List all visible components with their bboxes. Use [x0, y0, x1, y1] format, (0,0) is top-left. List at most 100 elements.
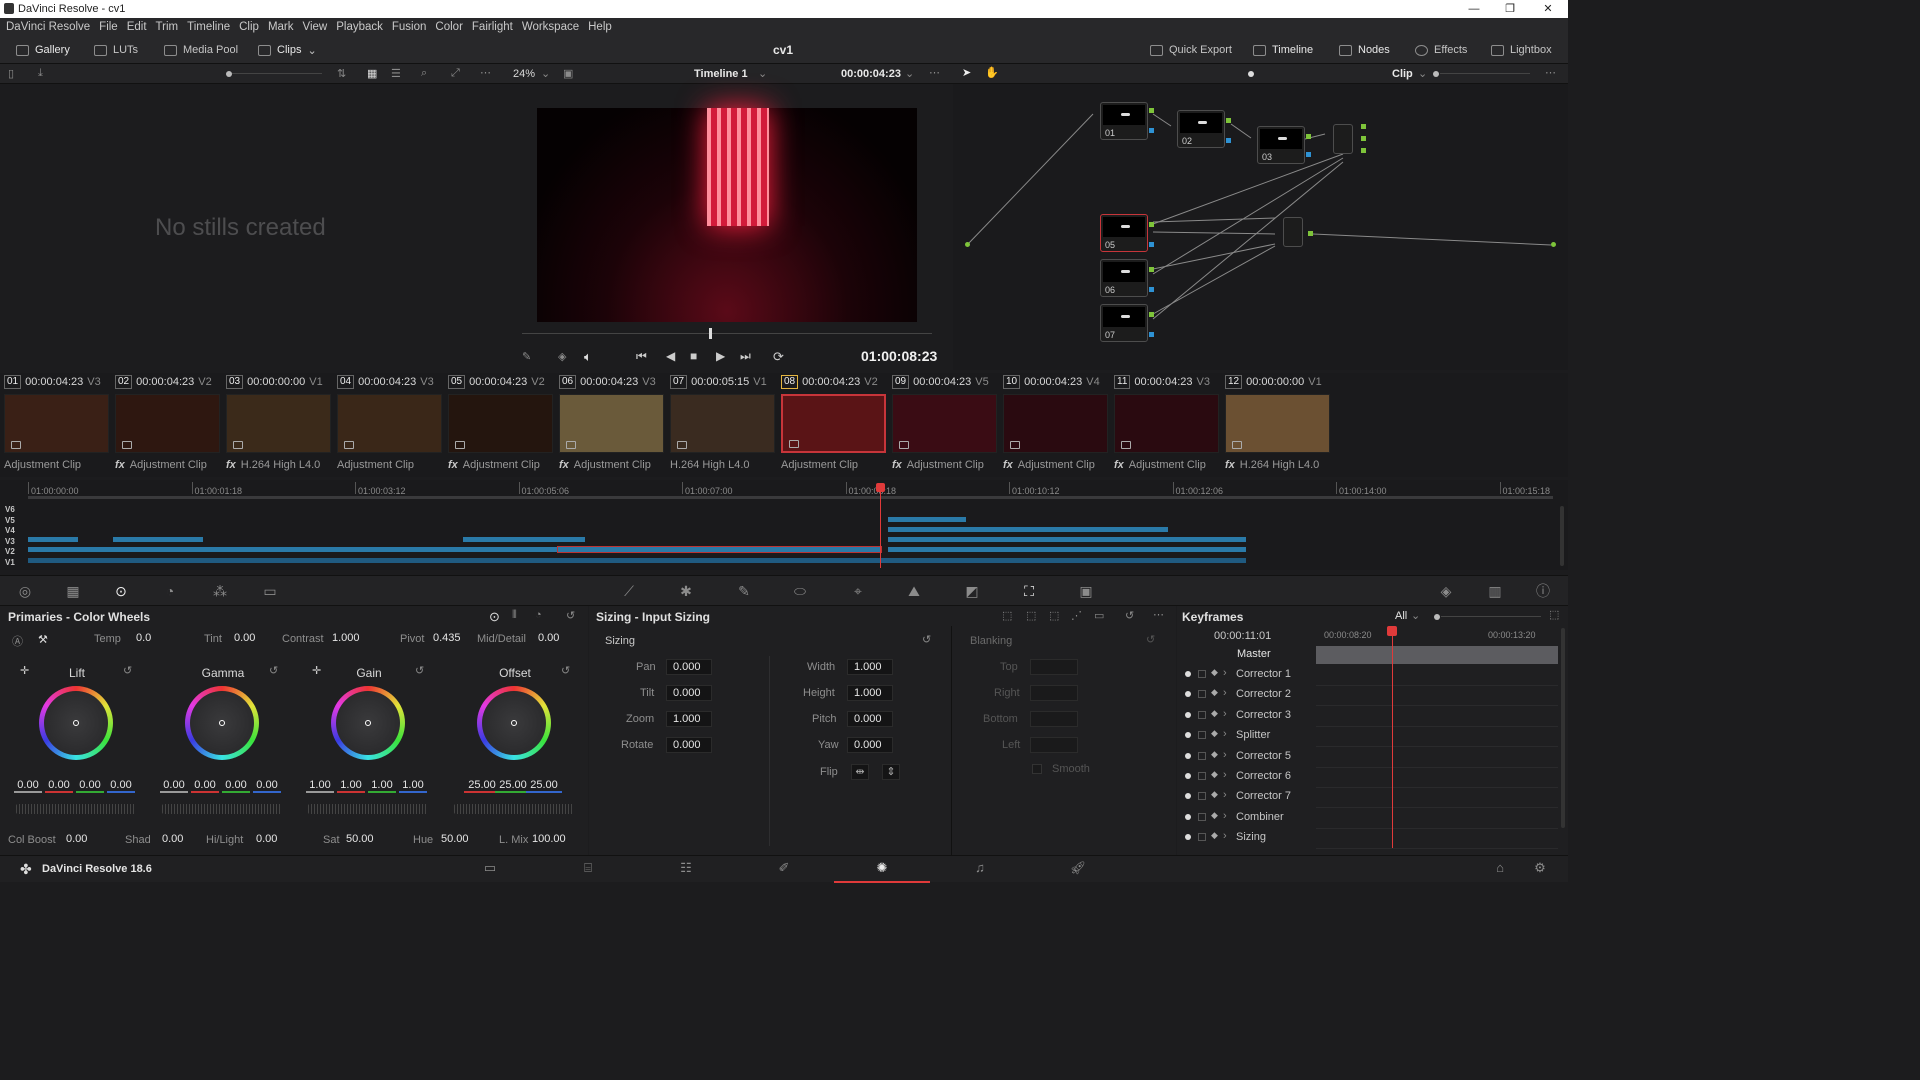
media-pool-button[interactable]: Media Pool: [164, 36, 238, 64]
more-options-icon[interactable]: ⋯: [480, 66, 491, 79]
yaw-field[interactable]: 0.000: [847, 737, 893, 753]
reset-icon[interactable]: ↺: [269, 664, 278, 677]
zoom-field[interactable]: 1.000: [666, 711, 712, 727]
chevron-right-icon[interactable]: ›: [1223, 769, 1227, 781]
viewer-scrubber-track[interactable]: [522, 333, 932, 334]
clip-cell[interactable]: 11 00:00:04:23 V3 fx Adjustment Clip: [1110, 373, 1221, 477]
timeline-clip[interactable]: [28, 547, 558, 552]
height-field[interactable]: 1.000: [847, 685, 893, 701]
wheels-mode-icon[interactable]: ⊙: [489, 609, 500, 625]
color-match-icon[interactable]: ▦: [64, 582, 82, 600]
menu-fusion[interactable]: Fusion: [392, 21, 427, 33]
clip-mode-select[interactable]: Clip: [1392, 68, 1413, 80]
clip-thumbnail[interactable]: [1114, 394, 1219, 453]
chevron-right-icon[interactable]: ›: [1223, 667, 1227, 679]
reset-icon[interactable]: ↺: [1125, 609, 1134, 622]
wheel-master-jog[interactable]: [16, 804, 136, 814]
gallery-slider-handle[interactable]: [226, 71, 232, 77]
clip-thumbnail[interactable]: [670, 394, 775, 453]
crosshair-icon[interactable]: ✛: [20, 664, 29, 677]
maximize-icon[interactable]: ❐: [1492, 0, 1528, 18]
bars-mode-icon[interactable]: ⦀: [512, 609, 517, 622]
skip-to-end-icon[interactable]: ⏭: [740, 349, 751, 364]
wheel-value-field[interactable]: 0.00: [222, 779, 250, 793]
playhead[interactable]: [880, 490, 881, 568]
keyframe-playhead-handle[interactable]: [1387, 626, 1397, 636]
flip-horizontal-icon[interactable]: ⇹: [851, 764, 869, 780]
sort-icon[interactable]: ⇅: [337, 67, 346, 80]
clip-thumbnail[interactable]: [892, 394, 997, 453]
wheel-center-handle[interactable]: [73, 720, 79, 726]
play-reverse-icon[interactable]: ◀: [666, 349, 675, 363]
timeline-clip[interactable]: [28, 537, 78, 542]
edit-page-icon[interactable]: ☷: [676, 860, 696, 878]
node-03[interactable]: 03: [1257, 126, 1305, 164]
clip-thumbnail[interactable]: [115, 394, 220, 453]
color-wheels-icon[interactable]: ⊙: [112, 582, 130, 600]
clip-cell[interactable]: 09 00:00:04:23 V5 fx Adjustment Clip: [888, 373, 999, 477]
viewer-frame[interactable]: [537, 108, 917, 322]
3d-icon[interactable]: ▣: [1077, 582, 1095, 600]
keyframe-row[interactable]: ◆ › Combiner: [1177, 809, 1568, 829]
node-02[interactable]: 02: [1177, 110, 1225, 148]
pitch-field[interactable]: 0.000: [847, 711, 893, 727]
enable-dot-icon[interactable]: [1185, 732, 1191, 739]
cut-page-icon[interactable]: ⌸: [578, 860, 598, 878]
enable-dot-icon[interactable]: [1185, 671, 1191, 677]
minimize-icon[interactable]: —: [1456, 0, 1492, 18]
keyframe-zoom-track[interactable]: [1441, 616, 1541, 617]
close-icon[interactable]: ✕: [1530, 0, 1566, 18]
tracker-icon[interactable]: ⌖: [849, 582, 867, 600]
wheel-value-field[interactable]: 0.00: [160, 779, 188, 793]
fusion-page-icon[interactable]: ✐: [774, 860, 794, 878]
pan-field[interactable]: 0.000: [666, 659, 712, 675]
timeline-name[interactable]: Timeline 1: [694, 68, 748, 80]
keyframe-diamond-icon[interactable]: ◆: [1211, 749, 1218, 760]
home-icon[interactable]: ⌂: [1490, 860, 1510, 878]
chevron-right-icon[interactable]: ›: [1223, 810, 1227, 822]
blanking-right-field[interactable]: [1030, 685, 1078, 701]
wheel-value-field[interactable]: 1.00: [368, 779, 396, 793]
node-sizing-icon[interactable]: ⬚: [1049, 609, 1059, 622]
keyframe-row[interactable]: ◆ › Corrector 3: [1177, 707, 1568, 727]
color-wheel-ring[interactable]: [477, 686, 551, 760]
color-page-tab[interactable]: ✺: [834, 856, 930, 883]
keyframe-row[interactable]: ◆ › Corrector 1: [1177, 666, 1568, 686]
clip-thumbnail[interactable]: [1003, 394, 1108, 453]
timeline-clip[interactable]: [936, 558, 1246, 563]
more-options-icon[interactable]: ⋯: [1545, 66, 1556, 79]
combiner-node[interactable]: [1283, 217, 1303, 247]
list-view-icon[interactable]: ☰: [391, 67, 401, 80]
picker-icon[interactable]: ⚒: [38, 633, 48, 646]
keyframe-row[interactable]: ◆ › Corrector 5: [1177, 748, 1568, 768]
clip-cell[interactable]: 06 00:00:04:23 V3 fx Adjustment Clip: [555, 373, 666, 477]
color-warper-icon[interactable]: ✱: [677, 582, 695, 600]
timeline-clip[interactable]: [888, 537, 1246, 542]
tint-field[interactable]: 0.00: [228, 631, 262, 647]
lock-icon[interactable]: [1198, 710, 1206, 719]
hand-tool-icon[interactable]: ✋: [985, 66, 999, 79]
lock-icon[interactable]: [1198, 751, 1206, 760]
enable-dot-icon[interactable]: [1185, 691, 1191, 698]
wheel-center-handle[interactable]: [365, 720, 371, 726]
master-keyframe-track[interactable]: [1316, 646, 1558, 664]
lock-icon[interactable]: [1198, 670, 1206, 678]
blanking-top-field[interactable]: [1030, 659, 1078, 675]
keyframes-scrollbar[interactable]: [1561, 628, 1565, 828]
timeline-clip[interactable]: [463, 537, 585, 542]
enable-dot-icon[interactable]: [1185, 752, 1191, 759]
menu-trim[interactable]: Trim: [156, 21, 179, 33]
timeline-clip[interactable]: [888, 527, 1168, 532]
reset-icon[interactable]: ↺: [566, 609, 575, 622]
lightbox-toggle-button[interactable]: Lightbox: [1491, 36, 1552, 64]
hue-field[interactable]: 50.00: [435, 832, 477, 848]
fairlight-page-icon[interactable]: ♫: [970, 860, 990, 878]
deliver-page-icon[interactable]: 🚀︎: [1068, 860, 1088, 878]
info-icon[interactable]: ⓘ: [1534, 582, 1552, 600]
enable-dot-icon[interactable]: [1185, 813, 1191, 820]
node-05[interactable]: 05: [1100, 214, 1148, 252]
reset-icon[interactable]: ↺: [123, 664, 132, 677]
wheel-master-jog[interactable]: [454, 804, 574, 814]
input-sizing-icon[interactable]: ⬚: [1002, 609, 1012, 622]
node-01[interactable]: 01: [1100, 102, 1148, 140]
